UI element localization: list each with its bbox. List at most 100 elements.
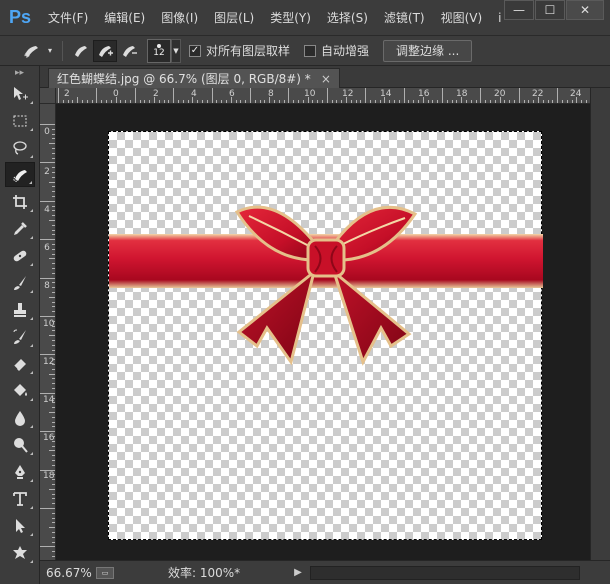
ruler-tick (226, 100, 227, 103)
pen-tool[interactable] (5, 459, 35, 484)
ruler-tick (278, 100, 280, 103)
menu-select[interactable]: 选择(S) (319, 0, 376, 36)
clone-stamp-tool[interactable] (5, 297, 35, 322)
vertical-ruler[interactable]: 0 2 4 6 8 10 12 14 16 18 (40, 104, 56, 560)
ruler-tick (307, 97, 309, 103)
menu-view[interactable]: 视图(V) (433, 0, 491, 36)
ruler-v-label: 4 (44, 205, 50, 215)
tools-panel: ▸▸ (0, 66, 40, 584)
ruler-tick (475, 100, 477, 103)
healing-brush-tool[interactable] (5, 243, 35, 268)
status-menu-arrow-icon[interactable]: ▶ (294, 567, 302, 578)
ruler-tick (52, 498, 55, 500)
ruler-tick (322, 100, 323, 103)
brush-dropdown-icon[interactable]: ▼ (171, 38, 181, 63)
ruler-v-label: 18 (43, 471, 55, 481)
ruler-tick (422, 97, 424, 103)
ruler-tick (523, 100, 525, 103)
ruler-tick (370, 100, 371, 103)
menu-filter[interactable]: 滤镜(T) (376, 0, 433, 36)
ruler-tick (77, 97, 79, 103)
ruler-origin[interactable] (40, 88, 56, 104)
ruler-tick (302, 100, 304, 103)
preset-dropdown-icon[interactable]: ▾ (44, 40, 56, 62)
quick-selection-tool[interactable] (4, 162, 35, 187)
brush-size-picker[interactable]: 12 ▼ (147, 38, 181, 63)
ruler-tick (49, 450, 55, 452)
sample-all-layers-check[interactable]: ✓ (189, 44, 201, 57)
menu-type[interactable]: 类型(Y) (262, 0, 319, 36)
zoom-level[interactable]: 66.67% (46, 566, 92, 580)
lasso-tool[interactable] (5, 135, 35, 160)
panel-collapse-icon[interactable]: ▸▸ (0, 66, 39, 80)
minimize-button[interactable]: — (504, 0, 534, 20)
menu-image[interactable]: 图像(I) (153, 0, 206, 36)
ruler-tick (562, 100, 563, 103)
ruler-tick (120, 100, 122, 103)
ruler-tick (394, 100, 395, 103)
eyedropper-tool[interactable] (5, 216, 35, 241)
ruler-tick (52, 253, 55, 255)
refine-edge-button[interactable]: 调整边缘 ... (383, 39, 473, 62)
auto-enhance-checkbox[interactable]: 自动增强 (304, 42, 369, 59)
menu-layer[interactable]: 图层(L) (206, 0, 262, 36)
ruler-tick (293, 100, 295, 103)
sample-all-layers-checkbox[interactable]: ✓ 对所有图层取样 (189, 42, 290, 59)
ruler-tick (52, 556, 55, 557)
menu-edit[interactable]: 编辑(E) (96, 0, 153, 36)
document-workspace[interactable] (56, 104, 590, 560)
ruler-tick (259, 100, 261, 103)
add-to-selection-icon[interactable] (93, 39, 117, 62)
ruler-tick (52, 301, 55, 303)
ruler-tick (49, 181, 55, 183)
blur-tool[interactable] (5, 405, 35, 430)
ruler-tick (52, 474, 55, 476)
crop-tool[interactable] (5, 189, 35, 214)
type-tool[interactable] (5, 486, 35, 511)
menu-file[interactable]: 文件(F) (40, 0, 96, 36)
ruler-tick (149, 100, 151, 103)
healing-brush-icon (13, 250, 26, 261)
ruler-v-label: 10 (43, 319, 55, 329)
ruler-tick (355, 100, 357, 103)
brush-preview[interactable]: 12 (147, 38, 171, 63)
new-selection-icon[interactable] (69, 40, 93, 62)
move-tool[interactable] (5, 81, 35, 106)
paint-bucket-tool[interactable] (5, 378, 35, 403)
custom-shape-tool[interactable] (5, 540, 35, 565)
eraser-tool[interactable] (5, 351, 35, 376)
ruler-tick (52, 532, 55, 533)
ruler-tick (52, 426, 55, 428)
ruler-tick (456, 100, 458, 103)
path-selection-tool[interactable] (5, 513, 35, 538)
document-tab[interactable]: 红色蝴蝶结.jpg @ 66.7% (图层 0, RGB/8#) * × (48, 68, 340, 88)
ruler-tick (528, 100, 530, 103)
tab-close-icon[interactable]: × (321, 72, 331, 86)
ruler-tick (466, 100, 467, 103)
ruler-tick (216, 100, 218, 103)
quick-selection-preset-icon[interactable] (20, 40, 44, 62)
auto-enhance-label: 自动增强 (321, 44, 370, 58)
horizontal-scrollbar[interactable] (309, 565, 580, 580)
ruler-tick (542, 100, 544, 103)
ruler-tick (499, 97, 501, 103)
ruler-tick (91, 100, 93, 103)
ruler-tick (274, 100, 275, 103)
status-info-icon[interactable]: ▭ (96, 566, 114, 579)
image-canvas[interactable] (108, 131, 543, 540)
ruler-tick (52, 340, 55, 341)
vertical-scrollbar[interactable] (590, 88, 610, 560)
maximize-button[interactable]: ☐ (535, 0, 565, 20)
ruler-tick (40, 124, 55, 125)
ruler-tick (52, 436, 55, 437)
horizontal-ruler[interactable]: 2 0 2 4 6 8 10 12 14 16 18 20 22 24 (56, 88, 590, 104)
dodge-tool[interactable] (5, 432, 35, 457)
quick-selection-icon (12, 169, 27, 182)
auto-enhance-check[interactable] (304, 44, 317, 57)
history-brush-tool[interactable] (5, 324, 35, 349)
subtract-from-selection-icon[interactable] (117, 40, 141, 62)
close-button[interactable]: ✕ (566, 0, 604, 20)
ruler-tick (40, 239, 55, 241)
marquee-tool[interactable] (5, 108, 35, 133)
brush-tool[interactable] (5, 270, 35, 295)
